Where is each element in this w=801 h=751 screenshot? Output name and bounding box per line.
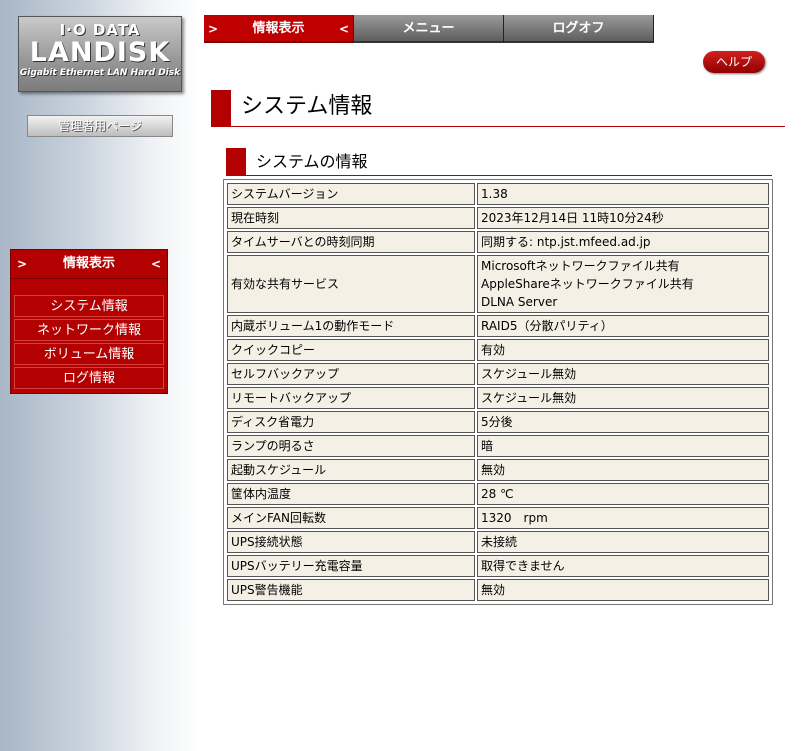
row-key: UPS警告機能 bbox=[227, 579, 475, 601]
table-row: 起動スケジュール 無効 bbox=[227, 459, 769, 481]
tab-menu[interactable]: メニュー bbox=[354, 15, 504, 43]
row-key: メインFAN回転数 bbox=[227, 507, 475, 529]
tab-info-display[interactable]: > 情報表示 < bbox=[204, 15, 354, 43]
sidebar-nav: > 情報表示 < システム情報 ネットワーク情報 ボリューム情報 ログ情報 bbox=[10, 249, 168, 394]
landisk-logo: I·O DATA LANDISK Gigabit Ethernet LAN Ha… bbox=[18, 16, 182, 92]
table-row: UPS接続状態 未接続 bbox=[227, 531, 769, 553]
row-key: タイムサーバとの時刻同期 bbox=[227, 231, 475, 253]
row-value: 2023年12月14日 11時10分24秒 bbox=[477, 207, 769, 229]
row-value: スケジュール無効 bbox=[477, 363, 769, 385]
row-value: 5分後 bbox=[477, 411, 769, 433]
table-row: 筐体内温度 28 ℃ bbox=[227, 483, 769, 505]
arrow-left-icon: < bbox=[150, 257, 161, 271]
title-accent-bar bbox=[211, 90, 231, 126]
sidebar-item-network-info[interactable]: ネットワーク情報 bbox=[14, 319, 164, 341]
top-nav: > 情報表示 < メニュー ログオフ bbox=[204, 15, 655, 43]
table-row: UPSバッテリー充電容量 取得できません bbox=[227, 555, 769, 577]
table-row: UPS警告機能 無効 bbox=[227, 579, 769, 601]
table-row: 有効な共有サービス Microsoftネットワークファイル共有 AppleSha… bbox=[227, 255, 769, 313]
sidebar-nav-list: システム情報 ネットワーク情報 ボリューム情報 ログ情報 bbox=[11, 295, 167, 389]
table-row: クイックコピー 有効 bbox=[227, 339, 769, 361]
table-row: セルフバックアップ スケジュール無効 bbox=[227, 363, 769, 385]
tab-label: 情報表示 bbox=[252, 21, 305, 36]
arrow-left-icon: < bbox=[338, 22, 349, 36]
tab-logoff[interactable]: ログオフ bbox=[504, 15, 654, 43]
table-row: メインFAN回転数 1320 rpm bbox=[227, 507, 769, 529]
row-key: 現在時刻 bbox=[227, 207, 475, 229]
section-title-text: システムの情報 bbox=[256, 152, 368, 171]
row-key: リモートバックアップ bbox=[227, 387, 475, 409]
row-key: UPS接続状態 bbox=[227, 531, 475, 553]
sidebar-nav-header[interactable]: > 情報表示 < bbox=[11, 250, 167, 279]
page-title: システム情報 bbox=[211, 90, 785, 127]
help-button[interactable]: ヘルプ bbox=[703, 51, 765, 73]
row-key: 筐体内温度 bbox=[227, 483, 475, 505]
row-value: 暗 bbox=[477, 435, 769, 457]
logo-product: LANDISK bbox=[29, 37, 171, 68]
page-title-text: システム情報 bbox=[241, 94, 373, 119]
row-value: 無効 bbox=[477, 459, 769, 481]
row-value: RAID5（分散パリティ） bbox=[477, 315, 769, 337]
table-row: 現在時刻 2023年12月14日 11時10分24秒 bbox=[227, 207, 769, 229]
row-value: 無効 bbox=[477, 579, 769, 601]
row-value: Microsoftネットワークファイル共有 AppleShareネットワークファ… bbox=[477, 255, 769, 313]
row-key: システムバージョン bbox=[227, 183, 475, 205]
row-key: クイックコピー bbox=[227, 339, 475, 361]
section-title: システムの情報 bbox=[226, 148, 772, 176]
sidebar-item-volume-info[interactable]: ボリューム情報 bbox=[14, 343, 164, 365]
table-row: ディスク省電力 5分後 bbox=[227, 411, 769, 433]
table-row: タイムサーバとの時刻同期 同期する: ntp.jst.mfeed.ad.jp bbox=[227, 231, 769, 253]
table-row: システムバージョン 1.38 bbox=[227, 183, 769, 205]
row-key: 起動スケジュール bbox=[227, 459, 475, 481]
sidebar-nav-header-label: 情報表示 bbox=[62, 256, 115, 271]
row-value: 28 ℃ bbox=[477, 483, 769, 505]
row-value: 取得できません bbox=[477, 555, 769, 577]
row-value: 1.38 bbox=[477, 183, 769, 205]
row-key: ディスク省電力 bbox=[227, 411, 475, 433]
table-row: ランプの明るさ 暗 bbox=[227, 435, 769, 457]
arrow-right-icon: > bbox=[17, 257, 28, 271]
row-value: 1320 rpm bbox=[477, 507, 769, 529]
row-key: ランプの明るさ bbox=[227, 435, 475, 457]
sidebar-item-system-info[interactable]: システム情報 bbox=[14, 295, 164, 317]
row-value: 有効 bbox=[477, 339, 769, 361]
sidebar: I·O DATA LANDISK Gigabit Ethernet LAN Ha… bbox=[0, 0, 200, 751]
admin-page-button[interactable]: 管理者用ページ bbox=[27, 115, 173, 137]
row-value: スケジュール無効 bbox=[477, 387, 769, 409]
system-info-table: システムバージョン 1.38 現在時刻 2023年12月14日 11時10分24… bbox=[223, 179, 773, 605]
row-value: 未接続 bbox=[477, 531, 769, 553]
row-key: 有効な共有サービス bbox=[227, 255, 475, 313]
logo-tagline: Gigabit Ethernet LAN Hard Disk bbox=[19, 68, 181, 78]
table-row: 内蔵ボリューム1の動作モード RAID5（分散パリティ） bbox=[227, 315, 769, 337]
row-value: 同期する: ntp.jst.mfeed.ad.jp bbox=[477, 231, 769, 253]
row-key: UPSバッテリー充電容量 bbox=[227, 555, 475, 577]
row-key: セルフバックアップ bbox=[227, 363, 475, 385]
sidebar-item-log-info[interactable]: ログ情報 bbox=[14, 367, 164, 389]
table-row: リモートバックアップ スケジュール無効 bbox=[227, 387, 769, 409]
row-key: 内蔵ボリューム1の動作モード bbox=[227, 315, 475, 337]
section-accent-bar bbox=[226, 148, 246, 175]
arrow-right-icon: > bbox=[208, 22, 219, 36]
